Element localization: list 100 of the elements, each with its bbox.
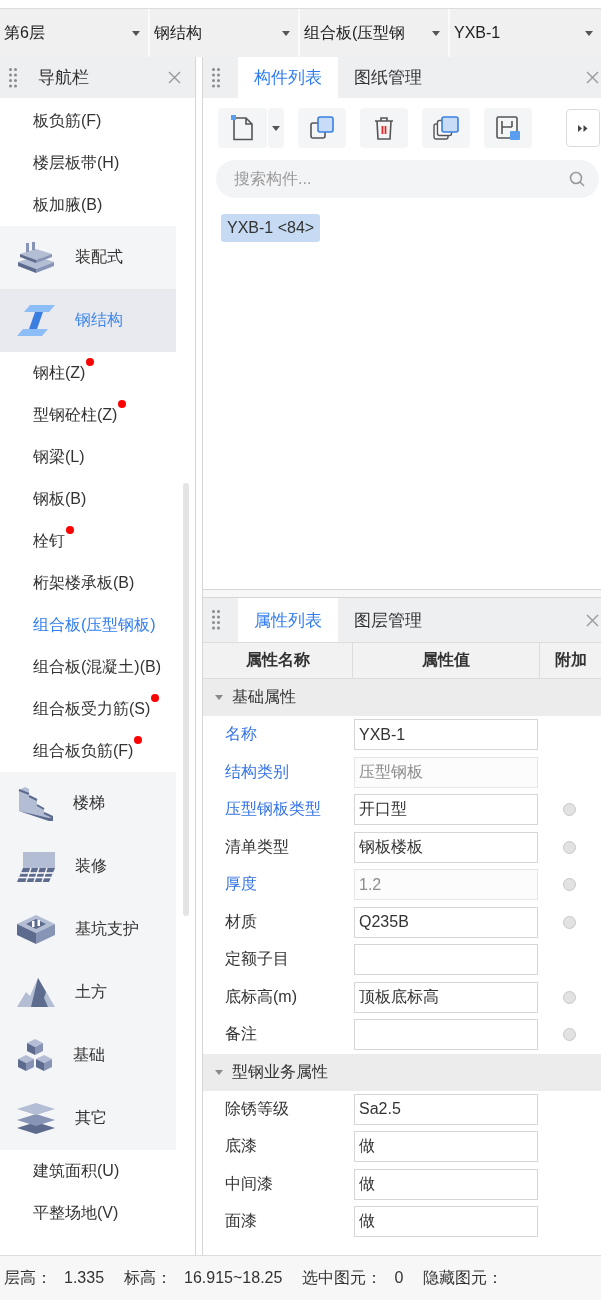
close-icon[interactable] — [586, 613, 599, 627]
status-label: 选中图元： — [302, 1267, 383, 1288]
delete-button[interactable] — [360, 108, 408, 148]
caret-icon — [132, 30, 140, 36]
property-name: 底漆 — [225, 1136, 257, 1157]
notification-dot-icon — [86, 358, 95, 366]
selector-dropdown[interactable]: YXB-1 — [450, 9, 601, 57]
scrollbar-thumb[interactable] — [182, 483, 189, 916]
nav-item[interactable]: 型钢砼柱(Z) — [0, 394, 176, 436]
nav-item[interactable]: 钢板(B) — [0, 478, 176, 520]
copy-button[interactable] — [298, 108, 346, 148]
status-label: 标高： — [124, 1267, 173, 1288]
property-name: 清单类型 — [225, 836, 289, 857]
property-group-header[interactable]: 基础属性 — [203, 679, 601, 716]
status-value: 1.335 — [64, 1269, 105, 1287]
notification-dot-icon — [66, 526, 74, 534]
nav-item[interactable]: 板负筋(F) — [0, 100, 176, 142]
nav-category[interactable]: 装修 — [0, 835, 176, 898]
copy-icon — [310, 116, 334, 140]
steel-beam-icon — [17, 305, 55, 336]
property-value-field[interactable]: 做 — [354, 1168, 538, 1200]
nav-category[interactable]: 基础 — [0, 1024, 176, 1087]
attach-toggle[interactable] — [562, 840, 576, 854]
property-value-field[interactable]: Sa2.5 — [354, 1093, 538, 1125]
nav-item[interactable]: 平整场地(V) — [0, 1192, 176, 1234]
caret-icon — [272, 125, 280, 131]
attach-toggle[interactable] — [562, 803, 576, 817]
property-name: 定额子目 — [225, 949, 289, 970]
close-icon[interactable] — [586, 71, 599, 84]
notification-dot-icon — [118, 400, 127, 408]
property-name: 除锈等级 — [225, 1098, 289, 1119]
drag-handle-icon[interactable] — [212, 67, 220, 88]
panel-title: 导航栏 — [38, 67, 89, 89]
status-label: 层高： — [4, 1267, 52, 1288]
pit-box-icon — [17, 915, 55, 944]
panel-tab[interactable]: 属性列表 — [238, 598, 338, 642]
panel-tab[interactable]: 图层管理 — [338, 598, 438, 642]
nav-item[interactable]: 组合板负筋(F) — [0, 730, 176, 772]
property-value-field[interactable]: 钢板楼板 — [354, 831, 538, 863]
cubes-icon — [17, 1038, 53, 1073]
floor-tiles-icon — [17, 851, 55, 882]
nav-item[interactable]: 建筑面积(U) — [0, 1150, 176, 1192]
frame-button[interactable] — [484, 108, 532, 148]
status-value: 16.915~18.25 — [184, 1269, 283, 1287]
property-name: 材质 — [225, 911, 257, 932]
property-value-field[interactable]: 开口型 — [354, 794, 538, 826]
property-value-field[interactable]: Q235B — [354, 906, 538, 938]
close-icon[interactable] — [168, 71, 181, 84]
nav-category[interactable]: 其它 — [0, 1087, 176, 1150]
nav-item[interactable]: 板加腋(B) — [0, 184, 176, 226]
panel-tab[interactable]: 构件列表 — [238, 57, 338, 98]
drag-handle-icon[interactable] — [9, 67, 17, 88]
attach-toggle[interactable] — [562, 915, 576, 929]
notification-dot-icon — [151, 694, 160, 702]
new-dropdown-button[interactable] — [268, 108, 284, 148]
caret-icon — [585, 30, 593, 36]
nav-category[interactable]: 楼梯 — [0, 772, 176, 835]
property-value-field[interactable] — [354, 944, 538, 976]
drag-handle-icon[interactable] — [212, 610, 220, 630]
property-group-header[interactable]: 型钢业务属性 — [203, 1053, 601, 1091]
trash-icon — [374, 116, 394, 140]
panel-tab[interactable]: 图纸管理 — [338, 57, 438, 98]
frame-save-icon — [496, 116, 520, 140]
nav-item[interactable]: 桁架楼承板(B) — [0, 562, 176, 604]
status-value: 0 — [394, 1269, 404, 1287]
property-value-field[interactable]: 做 — [354, 1206, 538, 1238]
search-icon[interactable] — [569, 171, 585, 187]
caret-icon — [432, 30, 440, 36]
nav-item[interactable]: 组合板受力筋(S) — [0, 688, 176, 730]
property-value-field[interactable]: 做 — [354, 1131, 538, 1163]
new-button[interactable] — [218, 108, 267, 148]
component-item[interactable]: YXB-1 <84> — [221, 214, 321, 242]
nav-item[interactable]: 组合板(压型钢板) — [0, 604, 176, 646]
nav-item[interactable]: 钢梁(L) — [0, 436, 176, 478]
nav-item[interactable]: 组合板(混凝土)(B) — [0, 646, 176, 688]
nav-item[interactable]: 钢柱(Z) — [0, 352, 176, 394]
property-value-field[interactable] — [354, 1019, 538, 1051]
nav-category[interactable]: 基坑支护 — [0, 898, 176, 961]
stairs-icon — [17, 786, 53, 821]
nav-item[interactable]: 栓钉 — [0, 520, 176, 562]
property-name: 厚度 — [225, 874, 257, 895]
property-name: 面漆 — [225, 1211, 257, 1232]
property-name: 压型钢板类型 — [225, 799, 321, 820]
nav-category[interactable]: 装配式 — [0, 226, 176, 289]
new-file-icon — [231, 115, 254, 141]
more-button[interactable] — [566, 109, 600, 147]
nav-item[interactable]: 楼层板带(H) — [0, 142, 176, 184]
attach-toggle[interactable] — [562, 1028, 576, 1042]
notification-dot-icon — [134, 736, 143, 744]
property-value-field[interactable]: 顶板底标高 — [354, 981, 538, 1013]
property-value-field[interactable]: YXB-1 — [354, 719, 538, 751]
column-header: 附加 — [553, 650, 588, 670]
property-name: 备注 — [225, 1024, 257, 1045]
copy-to-button[interactable] — [422, 108, 470, 148]
stacked-squares-icon — [433, 116, 459, 140]
status-label: 隐藏图元： — [423, 1267, 504, 1288]
attach-toggle[interactable] — [562, 990, 576, 1004]
nav-category[interactable]: 土方 — [0, 961, 176, 1024]
property-name: 中间漆 — [225, 1173, 273, 1194]
mountain-icon — [17, 978, 55, 1007]
